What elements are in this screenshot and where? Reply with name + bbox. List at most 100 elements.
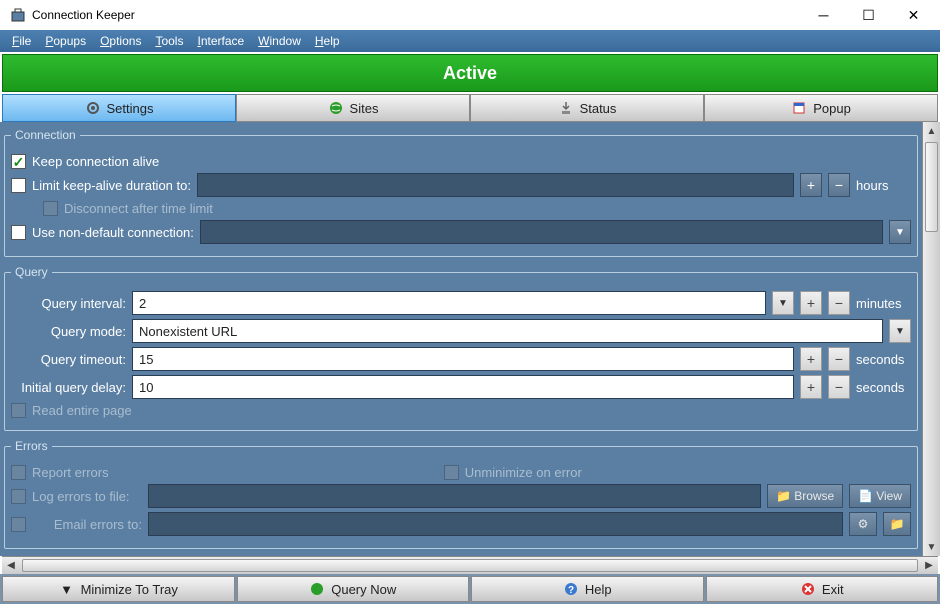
tabs: Settings Sites Status Popup [2, 94, 938, 122]
connection-group: Connection Keep connection alive Limit k… [4, 128, 918, 257]
globe-icon [328, 100, 344, 116]
svg-text:?: ? [568, 585, 574, 596]
interval-input[interactable] [132, 291, 766, 315]
mode-dropdown-button[interactable]: ▼ [889, 319, 911, 343]
gear-icon [85, 100, 101, 116]
menu-window[interactable]: Window [252, 32, 307, 50]
read-entire-label: Read entire page [32, 403, 132, 418]
keep-alive-label: Keep connection alive [32, 154, 159, 169]
scroll-right-button[interactable]: ▶ [920, 557, 938, 574]
exit-icon [800, 581, 816, 597]
help-icon: ? [563, 581, 579, 597]
report-errors-checkbox[interactable] [11, 465, 26, 480]
vertical-scrollbar[interactable]: ▲ ▼ [922, 122, 940, 556]
menu-options[interactable]: Options [94, 32, 147, 50]
folder-small-icon: 📁 [890, 517, 905, 531]
close-window-button[interactable]: ✕ [891, 0, 936, 30]
interval-dropdown-button[interactable]: ▼ [772, 291, 794, 315]
popup-icon [791, 100, 807, 116]
disconnect-after-checkbox[interactable] [43, 201, 58, 216]
query-group: Query Query interval: ▼ + − minutes Quer… [4, 265, 918, 431]
scroll-thumb[interactable] [925, 142, 938, 232]
delay-minus-button[interactable]: − [828, 375, 850, 399]
keep-alive-checkbox[interactable] [11, 154, 26, 169]
hours-unit: hours [856, 178, 911, 193]
email-input[interactable] [148, 512, 843, 536]
email-checkbox[interactable] [11, 517, 26, 532]
scroll-down-button[interactable]: ▼ [923, 538, 940, 556]
menu-tools[interactable]: Tools [149, 32, 189, 50]
menu-popups[interactable]: Popups [39, 32, 92, 50]
menu-help[interactable]: Help [309, 32, 346, 50]
delay-input[interactable] [132, 375, 794, 399]
non-default-checkbox[interactable] [11, 225, 26, 240]
duration-minus-button[interactable]: − [828, 173, 850, 197]
gear-small-icon: ⚙ [858, 517, 869, 531]
mode-label: Query mode: [11, 324, 126, 339]
unminimize-checkbox[interactable] [444, 465, 459, 480]
scroll-up-button[interactable]: ▲ [923, 122, 940, 140]
log-file-label: Log errors to file: [32, 489, 142, 504]
tab-label: Status [580, 101, 617, 116]
log-file-input[interactable] [148, 484, 761, 508]
mode-input[interactable] [132, 319, 883, 343]
titlebar: Connection Keeper ─ ☐ ✕ [0, 0, 940, 30]
email-label: Email errors to: [32, 517, 142, 532]
help-button[interactable]: ? Help [471, 576, 704, 602]
non-default-label: Use non-default connection: [32, 225, 194, 240]
connection-legend: Connection [11, 128, 80, 142]
scroll-left-button[interactable]: ◀ [2, 557, 20, 574]
interval-label: Query interval: [11, 296, 126, 311]
document-icon: 📄 [858, 489, 872, 503]
email-folder-button[interactable]: 📁 [883, 512, 911, 536]
tab-popup[interactable]: Popup [704, 94, 938, 122]
minimize-tray-button[interactable]: ▼ Minimize To Tray [2, 576, 235, 602]
limit-duration-checkbox[interactable] [11, 178, 26, 193]
browse-button[interactable]: 📁Browse [767, 484, 843, 508]
duration-plus-button[interactable]: + [800, 173, 822, 197]
tab-label: Settings [107, 101, 154, 116]
minimize-icon: ▼ [59, 581, 75, 597]
tab-sites[interactable]: Sites [236, 94, 470, 122]
report-errors-label: Report errors [32, 465, 109, 480]
tab-label: Sites [350, 101, 379, 116]
timeout-minus-button[interactable]: − [828, 347, 850, 371]
exit-button[interactable]: Exit [706, 576, 939, 602]
tab-settings[interactable]: Settings [2, 94, 236, 122]
seconds-unit-2: seconds [856, 380, 911, 395]
view-button[interactable]: 📄View [849, 484, 911, 508]
window-title: Connection Keeper [32, 8, 135, 22]
disconnect-after-label: Disconnect after time limit [64, 201, 213, 216]
non-default-input[interactable] [200, 220, 883, 244]
interval-minus-button[interactable]: − [828, 291, 850, 315]
timeout-label: Query timeout: [11, 352, 126, 367]
unminimize-label: Unminimize on error [465, 465, 582, 480]
timeout-plus-button[interactable]: + [800, 347, 822, 371]
delay-label: Initial query delay: [11, 380, 126, 395]
tab-label: Popup [813, 101, 851, 116]
email-config-button[interactable]: ⚙ [849, 512, 877, 536]
maximize-window-button[interactable]: ☐ [846, 0, 891, 30]
horizontal-scrollbar[interactable]: ◀ ▶ [2, 556, 938, 574]
menu-interface[interactable]: Interface [191, 32, 250, 50]
menu-file[interactable]: File [6, 32, 37, 50]
timeout-input[interactable] [132, 347, 794, 371]
scroll-h-thumb[interactable] [22, 559, 918, 572]
menubar: File Popups Options Tools Interface Wind… [0, 30, 940, 52]
duration-input[interactable] [197, 173, 794, 197]
errors-legend: Errors [11, 439, 52, 453]
app-icon [10, 7, 26, 23]
non-default-dropdown-button[interactable]: ▼ [889, 220, 911, 244]
tab-status[interactable]: Status [470, 94, 704, 122]
interval-plus-button[interactable]: + [800, 291, 822, 315]
button-bar: ▼ Minimize To Tray Query Now ? Help Exit [0, 574, 940, 604]
minimize-window-button[interactable]: ─ [801, 0, 846, 30]
main-area: Connection Keep connection alive Limit k… [0, 122, 940, 556]
minutes-unit: minutes [856, 296, 911, 311]
delay-plus-button[interactable]: + [800, 375, 822, 399]
errors-group: Errors Report errors Unminimize on error… [4, 439, 918, 549]
query-now-button[interactable]: Query Now [237, 576, 470, 602]
window-controls: ─ ☐ ✕ [801, 0, 936, 30]
log-file-checkbox[interactable] [11, 489, 26, 504]
read-entire-checkbox[interactable] [11, 403, 26, 418]
